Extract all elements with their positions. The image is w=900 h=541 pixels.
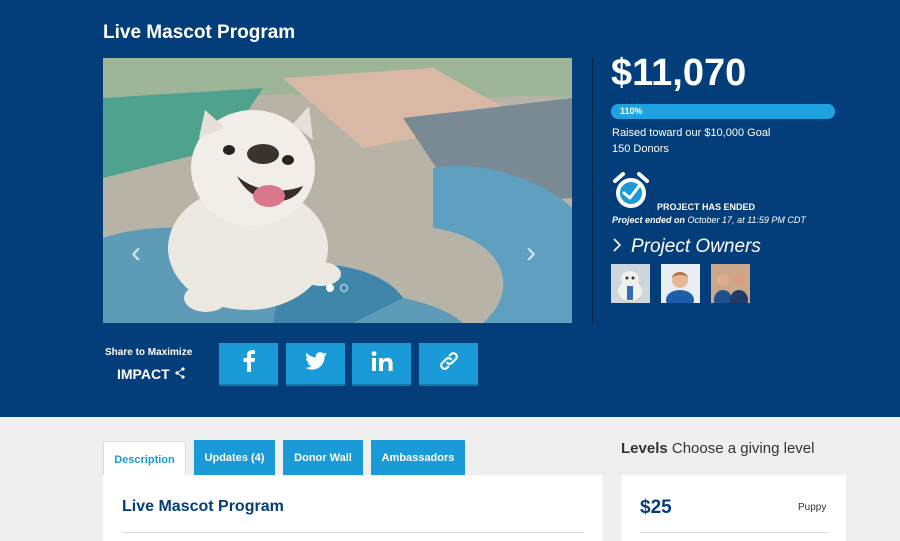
link-icon — [438, 350, 460, 377]
progress-bar: 110% — [611, 104, 835, 119]
giving-level-name: Puppy — [798, 502, 827, 513]
hero-divider — [592, 58, 593, 323]
giving-level-divider — [640, 532, 828, 533]
share-facebook-button[interactable] — [219, 343, 278, 386]
impact-text: IMPACT — [117, 366, 170, 382]
project-ended-note: Project ended on October 17, at 11:59 PM… — [612, 215, 806, 225]
giving-level-card[interactable]: $25 Puppy — [622, 475, 846, 541]
levels-heading-bold: Levels — [621, 440, 668, 457]
tab-ambassadors[interactable]: Ambassadors — [371, 440, 465, 475]
project-ended-title: PROJECT HAS ENDED — [657, 202, 756, 212]
levels-heading: Levels Choose a giving level — [621, 440, 814, 457]
share-link-button[interactable] — [419, 343, 478, 386]
tab-description[interactable]: Description — [103, 441, 186, 477]
owner-avatar-couple[interactable] — [711, 264, 750, 303]
progress-fill: 110% — [611, 104, 835, 119]
alarm-clock-icon — [611, 171, 651, 216]
owner-avatar-bulldog[interactable] — [611, 264, 650, 303]
share-twitter-button[interactable] — [286, 343, 345, 386]
carousel-dots — [326, 284, 348, 292]
project-ended-prefix: Project ended on — [612, 215, 686, 225]
carousel-dot-1[interactable] — [326, 284, 334, 292]
share-label: Share to Maximize — [105, 347, 193, 358]
facebook-icon — [242, 350, 256, 377]
twitter-icon — [304, 352, 327, 375]
page-title: Live Mascot Program — [103, 22, 296, 43]
image-carousel[interactable]: ‹ › — [103, 58, 572, 323]
share-icon — [175, 366, 185, 382]
donor-count: 150 Donors — [612, 143, 669, 155]
owner-avatar-woman[interactable] — [661, 264, 700, 303]
goal-text: Raised toward our $10,000 Goal — [612, 127, 771, 139]
carousel-dot-2[interactable] — [340, 284, 348, 292]
description-title: Live Mascot Program — [122, 498, 284, 515]
amount-raised: $11,070 — [611, 52, 747, 94]
tab-donor-wall[interactable]: Donor Wall — [283, 440, 363, 475]
chevron-right-icon — [612, 236, 622, 258]
tab-updates[interactable]: Updates (4) — [194, 440, 275, 475]
description-panel: Live Mascot Program — [103, 475, 602, 541]
share-linkedin-button[interactable] — [352, 343, 411, 386]
levels-heading-text: Choose a giving level — [671, 440, 815, 457]
project-ended-date: October 17, at 11:59 PM CDT — [687, 215, 806, 225]
description-divider — [122, 532, 584, 533]
carousel-prev-arrow[interactable]: ‹ — [131, 238, 141, 268]
carousel-next-arrow[interactable]: › — [526, 238, 536, 268]
project-owners-toggle[interactable]: Project Owners — [612, 236, 761, 258]
project-owners-heading: Project Owners — [631, 236, 761, 257]
linkedin-icon — [371, 351, 393, 376]
project-owners-list — [611, 264, 750, 303]
impact-label: IMPACT — [117, 366, 185, 382]
giving-level-amount: $25 — [640, 497, 672, 518]
